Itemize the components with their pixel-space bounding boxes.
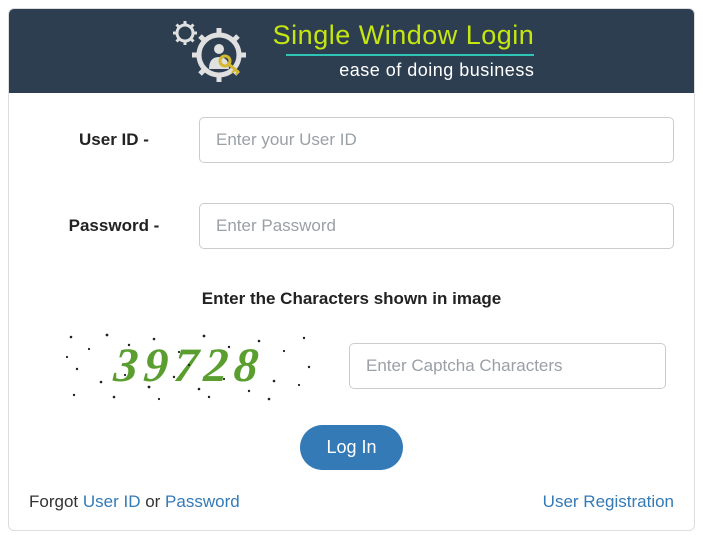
login-header: Single Window Login ease of doing busine… xyxy=(9,9,694,93)
login-form: User ID - Password - Enter the Character… xyxy=(9,93,694,530)
header-text-block: Single Window Login ease of doing busine… xyxy=(273,21,535,82)
login-card: Single Window Login ease of doing busine… xyxy=(8,8,695,531)
header-underline xyxy=(286,54,534,56)
login-button[interactable]: Log In xyxy=(300,425,402,470)
forgot-password-link[interactable]: Password xyxy=(165,492,240,511)
user-id-input[interactable] xyxy=(199,117,674,163)
forgot-prefix: Forgot xyxy=(29,492,83,511)
captcha-heading: Enter the Characters shown in image xyxy=(29,289,674,309)
gears-person-key-icon xyxy=(169,19,259,83)
or-text: or xyxy=(140,492,165,511)
user-id-label: User ID - xyxy=(29,130,199,150)
password-input[interactable] xyxy=(199,203,674,249)
footer-row: Forgot User ID or Password User Registra… xyxy=(29,488,674,514)
password-label: Password - xyxy=(29,216,199,236)
forgot-user-id-link[interactable]: User ID xyxy=(83,492,141,511)
user-id-row: User ID - xyxy=(29,117,674,163)
forgot-links: Forgot User ID or Password xyxy=(29,492,240,512)
captcha-image: 39728 xyxy=(59,327,319,405)
captcha-row: 39728 xyxy=(29,327,674,405)
header-subtitle: ease of doing business xyxy=(339,60,534,81)
user-registration: User Registration xyxy=(543,492,674,512)
password-row: Password - xyxy=(29,203,674,249)
captcha-input[interactable] xyxy=(349,343,666,389)
user-registration-link[interactable]: User Registration xyxy=(543,492,674,511)
captcha-code: 39728 xyxy=(112,342,266,390)
login-button-row: Log In xyxy=(29,425,674,470)
header-title: Single Window Login xyxy=(273,21,535,51)
